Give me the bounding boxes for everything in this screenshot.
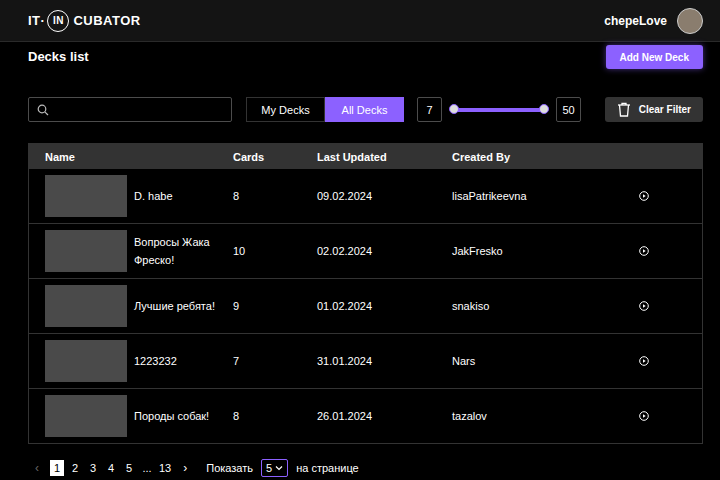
play-icon[interactable] bbox=[639, 356, 649, 366]
column-header[interactable]: Created By bbox=[450, 151, 625, 163]
table-row[interactable]: 1223232 731.01.2024Nars bbox=[29, 334, 702, 389]
action-cell bbox=[625, 191, 702, 201]
play-icon[interactable] bbox=[639, 246, 649, 256]
slider-track bbox=[454, 108, 544, 112]
deck-name[interactable]: Вопросы Жака Фреско! bbox=[134, 233, 229, 269]
cards-cell: 10 bbox=[231, 245, 315, 257]
column-header[interactable]: Cards bbox=[231, 151, 315, 163]
deck-name[interactable]: Породы собак! bbox=[134, 407, 209, 425]
deck-name-cell: Лучшие ребята! bbox=[29, 285, 231, 327]
action-cell bbox=[625, 246, 702, 256]
slider-thumb[interactable] bbox=[449, 104, 459, 114]
author-cell: tazalov bbox=[450, 410, 625, 422]
trash-icon bbox=[617, 102, 631, 117]
filter-bar: My DecksAll Decks 7 50 Clear Filter bbox=[28, 97, 703, 122]
user-name[interactable]: chepeLove bbox=[604, 14, 667, 28]
deck-name-cell: Породы собак! bbox=[29, 395, 231, 437]
deck-name[interactable]: Лучшие ребята! bbox=[134, 297, 215, 315]
magnifier-icon bbox=[37, 104, 49, 116]
deck-cover bbox=[45, 285, 127, 327]
cards-range: 7 50 bbox=[417, 97, 581, 122]
logo[interactable]: IT·INCUBATOR bbox=[28, 10, 141, 32]
table-row[interactable]: Вопросы Жака Фреско!1002.02.2024JakFresk… bbox=[29, 224, 702, 279]
column-header[interactable]: Last Updated bbox=[315, 151, 450, 163]
cards-cell: 8 bbox=[231, 190, 315, 202]
tab[interactable]: All Decks bbox=[325, 97, 404, 122]
page-button[interactable]: 2 bbox=[68, 460, 82, 476]
column-header[interactable]: Name bbox=[29, 151, 231, 163]
table-header: NameCardsLast UpdatedCreated By bbox=[29, 144, 702, 169]
updated-cell: 26.01.2024 bbox=[315, 410, 450, 422]
header: IT·INCUBATOR chepeLove bbox=[0, 0, 720, 42]
table-row[interactable]: D. habe 809.02.2024lisaPatrikeevna bbox=[29, 169, 702, 224]
action-cell bbox=[625, 356, 702, 366]
deck-name-cell: Вопросы Жака Фреско! bbox=[29, 230, 231, 272]
deck-tabs: My DecksAll Decks bbox=[246, 97, 404, 122]
deck-name[interactable]: D. habe bbox=[134, 187, 173, 205]
page-title: Decks list bbox=[28, 49, 89, 64]
deck-cover bbox=[45, 340, 127, 382]
author-cell: Nars bbox=[450, 355, 625, 367]
slider-thumb[interactable] bbox=[539, 104, 549, 114]
action-cell bbox=[625, 411, 702, 421]
range-slider[interactable] bbox=[442, 108, 556, 112]
action-cell bbox=[625, 301, 702, 311]
updated-cell: 01.02.2024 bbox=[315, 300, 450, 312]
deck-name-cell: D. habe bbox=[29, 175, 231, 217]
page-button[interactable]: 4 bbox=[104, 460, 118, 476]
add-deck-button[interactable]: Add New Deck bbox=[606, 45, 703, 69]
prev-page-button: ‹ bbox=[28, 461, 46, 475]
author-cell: snakiso bbox=[450, 300, 625, 312]
table-row[interactable]: Породы собак! 826.01.2024tazalov bbox=[29, 389, 702, 444]
per-page-select[interactable]: 5 bbox=[261, 459, 288, 477]
search-input[interactable] bbox=[55, 103, 223, 117]
deck-cover bbox=[45, 175, 127, 217]
page-button[interactable]: 3 bbox=[86, 460, 100, 476]
page-button[interactable]: ... bbox=[140, 460, 154, 476]
avatar[interactable] bbox=[677, 8, 703, 34]
updated-cell: 09.02.2024 bbox=[315, 190, 450, 202]
decks-page: IT·INCUBATOR chepeLove Decks list Add New D… bbox=[0, 0, 720, 480]
page-button[interactable]: 5 bbox=[122, 460, 136, 476]
search-field[interactable] bbox=[28, 97, 232, 122]
decks-table: NameCardsLast UpdatedCreated ByD. habe80… bbox=[28, 143, 703, 444]
author-cell: JakFresko bbox=[450, 245, 625, 257]
updated-cell: 31.01.2024 bbox=[315, 355, 450, 367]
pagination: ‹12345...13›Показать5на странице bbox=[28, 459, 703, 477]
clear-filter-button[interactable]: Clear Filter bbox=[605, 97, 703, 122]
tab[interactable]: My Decks bbox=[246, 97, 325, 122]
chevron-down-icon bbox=[275, 465, 283, 471]
cards-cell: 9 bbox=[231, 300, 315, 312]
cards-cell: 7 bbox=[231, 355, 315, 367]
author-cell: lisaPatrikeevna bbox=[450, 190, 625, 202]
slider-fill bbox=[454, 108, 544, 112]
deck-name[interactable]: 1223232 bbox=[134, 352, 177, 370]
updated-cell: 02.02.2024 bbox=[315, 245, 450, 257]
page-button[interactable]: 13 bbox=[158, 460, 172, 476]
cards-cell: 8 bbox=[231, 410, 315, 422]
next-page-button[interactable]: › bbox=[176, 461, 194, 475]
play-icon[interactable] bbox=[639, 301, 649, 311]
deck-cover bbox=[45, 230, 127, 272]
content: Decks list Add New Deck My DecksAll Decks 7… bbox=[0, 42, 720, 477]
range-max: 50 bbox=[556, 97, 581, 122]
user-menu[interactable]: chepeLove bbox=[604, 8, 703, 34]
page-button[interactable]: 1 bbox=[50, 460, 64, 476]
play-icon[interactable] bbox=[639, 191, 649, 201]
title-row: Decks list Add New Deck bbox=[28, 45, 703, 69]
deck-cover bbox=[45, 395, 127, 437]
show-label: Показать bbox=[204, 462, 255, 474]
play-icon[interactable] bbox=[639, 411, 649, 421]
table-row[interactable]: Лучшие ребята! 901.02.2024snakiso bbox=[29, 279, 702, 334]
per-page-label: на странице bbox=[294, 462, 361, 474]
range-min: 7 bbox=[417, 97, 442, 122]
deck-name-cell: 1223232 bbox=[29, 340, 231, 382]
